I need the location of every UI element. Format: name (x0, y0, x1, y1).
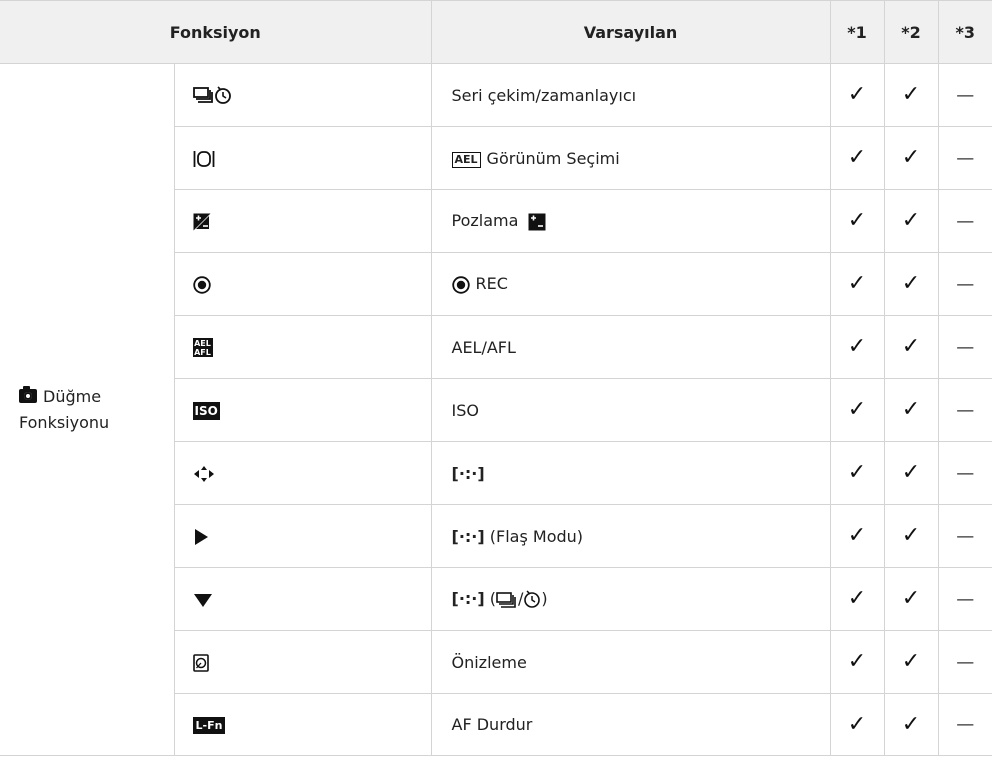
header-col2: *2 (883, 0, 938, 64)
check-icon: ✓ (901, 523, 921, 548)
table-header-row: Fonksiyon Varsayılan *1 *2 *3 (0, 0, 992, 64)
check-icon: ✓ (901, 145, 921, 170)
dash-icon: — (956, 462, 975, 484)
default-value: Seri çekim/zamanlayıcı (430, 63, 830, 127)
header-function: Fonksiyon (0, 0, 431, 64)
check-icon: ✓ (901, 334, 921, 359)
triangle-down-icon (193, 592, 213, 608)
lfn-icon: L-Fn (192, 717, 226, 734)
default-value: Görünüm Seçimi (486, 148, 620, 168)
check-icon: ✓ (901, 271, 921, 296)
triangle-right-icon (193, 528, 209, 546)
exposure-comp-icon (193, 213, 211, 231)
sequential-shooting-icon (496, 589, 518, 609)
group-label-line1: Düğme (43, 386, 102, 406)
dash-icon: — (956, 210, 975, 232)
default-value: (Flaş Modu) (489, 526, 584, 546)
camera-icon (19, 385, 37, 403)
check-icon: ✓ (901, 460, 921, 485)
record-icon (451, 276, 470, 294)
group-label: Düğme Fonksiyonu (0, 63, 175, 756)
multi-selector-icon: [·:·] (451, 588, 485, 608)
check-icon: ✓ (847, 586, 867, 611)
self-timer-icon (523, 589, 541, 609)
check-icon: ✓ (847, 397, 867, 422)
dash-icon: — (956, 147, 975, 169)
check-icon: ✓ (901, 82, 921, 107)
view-selection-icon (193, 150, 215, 168)
dash-icon: — (956, 714, 975, 735)
multi-selector-icon: [·:·] (451, 463, 485, 483)
check-icon: ✓ (847, 208, 867, 233)
iso-icon: ISO (192, 401, 220, 420)
dash-icon: — (956, 84, 975, 106)
check-icon: ✓ (847, 82, 867, 107)
arrows-lr-icon (193, 465, 215, 483)
dash-icon: — (956, 399, 975, 421)
check-icon: ✓ (847, 460, 867, 485)
ael-afl-icon: AEL AFL (192, 338, 213, 357)
function-table: Fonksiyon Varsayılan *1 *2 *3 Düğme Fonk… (0, 0, 992, 756)
dash-icon: — (956, 336, 975, 358)
check-icon: ✓ (901, 711, 921, 737)
default-value: REC (475, 274, 508, 294)
check-icon: ✓ (847, 271, 867, 296)
group-label-line2: Fonksiyonu (19, 412, 110, 432)
exposure-comp-icon (528, 213, 546, 231)
sequential-self-timer-icon (192, 84, 233, 106)
check-icon: ✓ (901, 649, 921, 674)
preview-icon (192, 653, 209, 672)
header-default: Varsayılan (430, 0, 830, 64)
check-icon: ✓ (901, 208, 921, 233)
check-icon: ✓ (901, 586, 921, 611)
dash-icon: — (956, 651, 975, 673)
check-icon: ✓ (901, 397, 921, 422)
default-value: Önizleme (430, 630, 830, 694)
multi-selector-icon: [·:·] (451, 526, 485, 546)
dash-icon: — (956, 588, 975, 610)
check-icon: ✓ (847, 334, 867, 359)
default-value: AF Durdur (430, 693, 830, 756)
check-icon: ✓ (847, 145, 867, 170)
default-value: AEL/AFL (430, 315, 830, 379)
ael-badge: AEL (451, 151, 481, 168)
dash-icon: — (956, 273, 975, 295)
check-icon: ✓ (847, 649, 867, 674)
header-col3: *3 (937, 0, 992, 64)
check-icon: ✓ (847, 711, 867, 737)
check-icon: ✓ (847, 523, 867, 548)
record-icon (192, 276, 211, 294)
dash-icon: — (956, 525, 975, 547)
default-value: Pozlama (451, 211, 519, 231)
table-row: Düğme Fonksiyonu Seri çekim/zamanlayıcı … (0, 63, 992, 756)
header-col1: *1 (829, 0, 884, 64)
default-value: ISO (430, 378, 830, 442)
